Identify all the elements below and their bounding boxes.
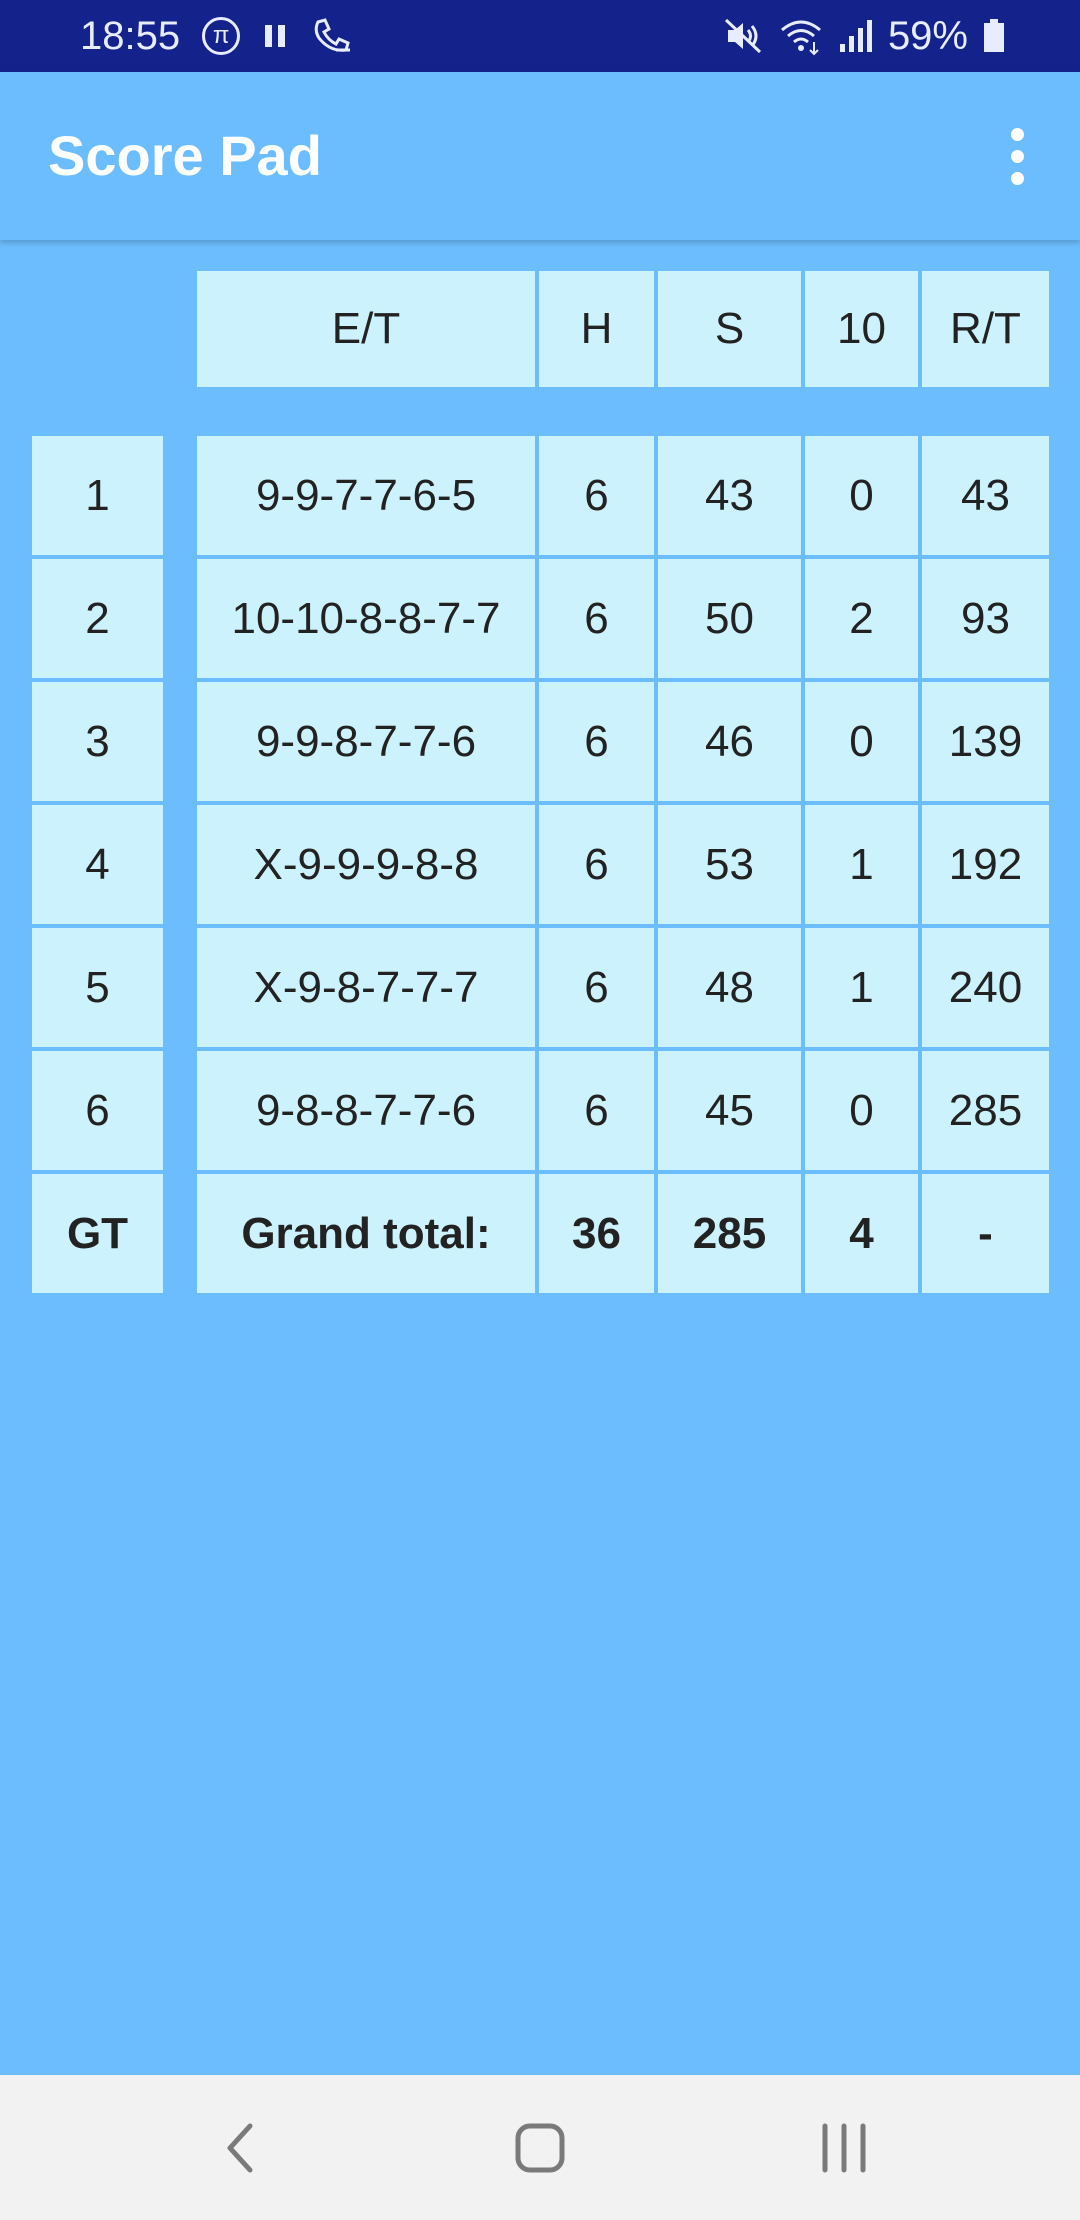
- cell-10: 0: [803, 680, 920, 803]
- cell-rt: 139: [920, 680, 1051, 803]
- table-row[interactable]: X-9-8-7-7-7 6 48 1 240: [195, 926, 1051, 1049]
- cell-rt: 285: [920, 1049, 1051, 1172]
- status-bar: 18:55 π 59%: [0, 0, 1080, 72]
- grand-total-h: 36: [537, 1172, 656, 1295]
- wifi-icon: [778, 16, 824, 56]
- header-rt: R/T: [920, 269, 1051, 389]
- cell-et: 9-9-7-7-6-5: [195, 434, 537, 557]
- cell-et: 9-9-8-7-7-6: [195, 680, 537, 803]
- grand-total-10: 4: [803, 1172, 920, 1295]
- end-index[interactable]: 5: [30, 926, 165, 1049]
- end-index[interactable]: 1: [30, 434, 165, 557]
- header-et: E/T: [195, 269, 537, 389]
- cell-s: 46: [656, 680, 803, 803]
- cell-rt: 93: [920, 557, 1051, 680]
- cell-h: 6: [537, 680, 656, 803]
- cell-et: 10-10-8-8-7-7: [195, 557, 537, 680]
- menu-dot: [1010, 127, 1024, 141]
- end-index[interactable]: 3: [30, 680, 165, 803]
- mute-icon: [722, 16, 764, 56]
- grand-total-s: 285: [656, 1172, 803, 1295]
- table-row[interactable]: 9-9-7-7-6-5 6 43 0 43: [195, 434, 1051, 557]
- cell-10: 1: [803, 926, 920, 1049]
- cell-et: X-9-9-9-8-8: [195, 803, 537, 926]
- table-row[interactable]: X-9-9-9-8-8 6 53 1 192: [195, 803, 1051, 926]
- grand-total-index: GT: [30, 1172, 165, 1295]
- cell-10: 1: [803, 803, 920, 926]
- cell-h: 6: [537, 434, 656, 557]
- cell-h: 6: [537, 557, 656, 680]
- battery-percent: 59%: [887, 13, 968, 58]
- phone-call-icon: [310, 16, 354, 56]
- grand-total-row: Grand total: 36 285 4 -: [195, 1172, 1051, 1295]
- cell-s: 53: [656, 803, 803, 926]
- end-index[interactable]: 6: [30, 1049, 165, 1172]
- menu-dot: [1010, 149, 1024, 163]
- cell-et: X-9-8-7-7-7: [195, 926, 537, 1049]
- cell-10: 0: [803, 434, 920, 557]
- cell-rt: 43: [920, 434, 1051, 557]
- home-icon[interactable]: [460, 2075, 620, 2220]
- grand-total-rt: -: [920, 1172, 1051, 1295]
- recents-icon[interactable]: [764, 2075, 924, 2220]
- pause-icon: [262, 21, 288, 51]
- more-vert-icon[interactable]: [982, 116, 1052, 196]
- cell-h: 6: [537, 926, 656, 1049]
- cell-rt: 192: [920, 803, 1051, 926]
- app-bar: Score Pad: [0, 72, 1080, 240]
- header-h: H: [537, 269, 656, 389]
- battery-icon: [982, 16, 1006, 56]
- cell-s: 43: [656, 434, 803, 557]
- navigation-bar: [0, 2075, 1080, 2220]
- app-title: Score Pad: [48, 124, 322, 187]
- header-10: 10: [803, 269, 920, 389]
- cell-10: 2: [803, 557, 920, 680]
- cell-s: 50: [656, 557, 803, 680]
- cell-rt: 240: [920, 926, 1051, 1049]
- end-index-column: 1 2 3 4 5 6 GT: [30, 434, 165, 1295]
- table-row[interactable]: 10-10-8-8-7-7 6 50 2 93: [195, 557, 1051, 680]
- cell-h: 6: [537, 1049, 656, 1172]
- signal-icon: [838, 16, 874, 56]
- status-time: 18:55: [80, 13, 181, 58]
- table-row[interactable]: 9-9-8-7-7-6 6 46 0 139: [195, 680, 1051, 803]
- cell-et: 9-8-8-7-7-6: [195, 1049, 537, 1172]
- header-s: S: [656, 269, 803, 389]
- status-bar-right: 59%: [722, 0, 1006, 72]
- cell-10: 0: [803, 1049, 920, 1172]
- end-index[interactable]: 2: [30, 557, 165, 680]
- grand-total-label: Grand total:: [195, 1172, 537, 1295]
- table-row[interactable]: 9-8-8-7-7-6 6 45 0 285: [195, 1049, 1051, 1172]
- score-table: 9-9-7-7-6-5 6 43 0 43 10-10-8-8-7-7 6 50…: [195, 434, 1051, 1295]
- cell-s: 45: [656, 1049, 803, 1172]
- cell-h: 6: [537, 803, 656, 926]
- status-bar-left: 18:55 π: [80, 0, 354, 72]
- cell-s: 48: [656, 926, 803, 1049]
- table-header: E/T H S 10 R/T: [195, 269, 1051, 389]
- pi-icon: π: [202, 17, 241, 55]
- menu-dot: [1010, 171, 1024, 185]
- end-index[interactable]: 4: [30, 803, 165, 926]
- back-icon[interactable]: [160, 2075, 320, 2220]
